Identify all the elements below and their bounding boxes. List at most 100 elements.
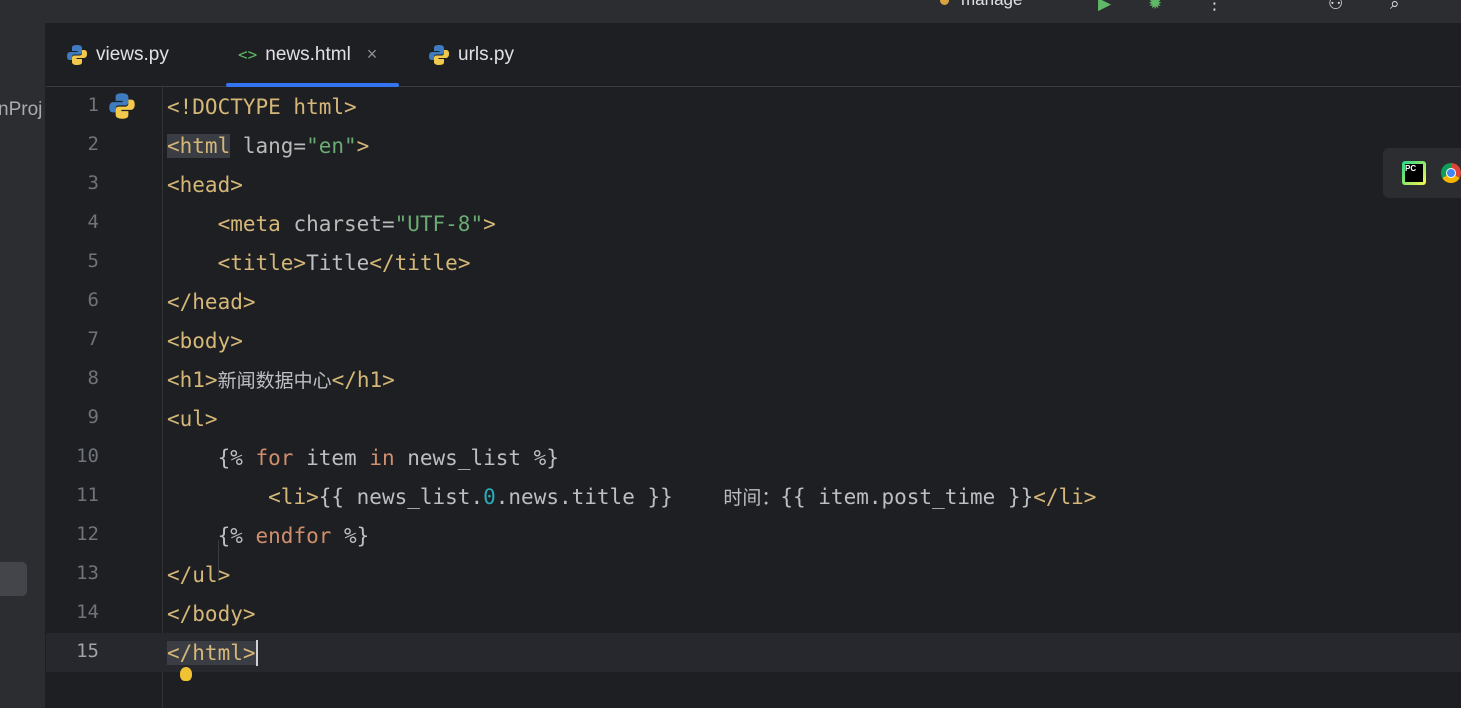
add-user-icon[interactable]: ⚇ xyxy=(1328,0,1343,14)
lightbulb-icon[interactable] xyxy=(180,667,192,681)
line-number: 11 xyxy=(76,484,99,506)
code-token: </title> xyxy=(369,251,471,275)
code-token: > xyxy=(356,134,370,158)
code-text: <html lang="en"> xyxy=(167,133,369,159)
line-number: 12 xyxy=(76,523,99,545)
code-line[interactable]: 9 <ul> xyxy=(46,399,1461,438)
code-line[interactable]: 7 <body> xyxy=(46,321,1461,360)
code-token: <meta xyxy=(217,212,281,236)
code-line[interactable]: 4 <meta charset="UTF-8"> xyxy=(46,204,1461,243)
text-caret xyxy=(255,640,258,666)
code-token: </html> xyxy=(167,641,256,665)
code-token: item xyxy=(293,446,370,470)
code-text: <meta charset="UTF-8"> xyxy=(167,211,496,237)
code-token: <!DOCTYPE html> xyxy=(167,95,357,119)
tab-views-py[interactable]: views.py xyxy=(66,23,169,86)
code-line[interactable]: 10 {% for item in news_list %} xyxy=(46,438,1461,477)
code-token: Title xyxy=(306,251,370,275)
tab-label: news.html xyxy=(265,43,351,65)
code-token: <html xyxy=(167,134,231,158)
tab-urls-py[interactable]: urls.py xyxy=(428,23,514,86)
code-text: <ul> xyxy=(167,406,218,432)
code-text: <head> xyxy=(167,172,243,198)
debug-icon[interactable]: ✹ xyxy=(1148,0,1162,14)
line-number: 8 xyxy=(87,367,99,389)
code-token: charset= xyxy=(280,212,395,236)
search-icon[interactable]: ⌕ xyxy=(1390,0,1400,14)
code-token: <li> xyxy=(268,485,319,509)
line-number: 14 xyxy=(76,601,99,623)
tab-news-html[interactable]: <> news.html × xyxy=(225,23,400,87)
line-number: 10 xyxy=(76,445,99,467)
code-text: <h1>新闻数据中心</h1> xyxy=(167,367,395,394)
code-token: {{ item.post_time }} xyxy=(780,485,1034,509)
code-line[interactable]: 13 </ul> xyxy=(46,555,1461,594)
run-config-selector[interactable]: manage xyxy=(940,0,1022,10)
indent-guide xyxy=(218,540,219,577)
code-token: <h1> xyxy=(167,368,218,392)
code-line[interactable]: 3 <head> xyxy=(46,165,1461,204)
run-icon[interactable]: ▶ xyxy=(1098,0,1111,14)
line-number: 7 xyxy=(87,328,99,350)
project-tree-selection[interactable] xyxy=(0,562,27,596)
code-token: "en" xyxy=(306,134,357,158)
line-number: 6 xyxy=(87,289,99,311)
run-config-icon xyxy=(940,0,949,6)
line-number: 13 xyxy=(76,562,99,584)
code-token: 0 xyxy=(483,485,496,509)
line-number: 3 xyxy=(87,172,99,194)
code-token: in xyxy=(369,446,395,470)
code-text: </html> xyxy=(167,640,258,666)
code-line[interactable]: 14 </body> xyxy=(46,594,1461,633)
code-token: endfor xyxy=(255,524,332,548)
line-number: 2 xyxy=(87,133,99,155)
code-token: lang= xyxy=(230,134,307,158)
more-icon[interactable]: ⋮ xyxy=(1206,0,1223,14)
code-line[interactable]: 2 <html lang="en"> xyxy=(46,126,1461,165)
python-file-icon xyxy=(428,44,450,66)
code-line[interactable]: 6 </head> xyxy=(46,282,1461,321)
code-token: "UTF-8" xyxy=(394,212,484,236)
code-line[interactable]: 11 <li>{{ news_list.0.news.title }} 时间：{… xyxy=(46,477,1461,516)
browser-preview-toolbar: PC xyxy=(1383,148,1461,198)
python-file-icon xyxy=(66,44,88,66)
line-number: 5 xyxy=(87,250,99,272)
code-line[interactable]: 12 {% endfor %} xyxy=(46,516,1461,555)
project-name[interactable]: nProj xyxy=(0,99,42,121)
code-text: </body> xyxy=(167,601,256,627)
code-token: {% xyxy=(167,446,256,470)
line-number: 1 xyxy=(87,94,99,116)
python-file-icon xyxy=(108,92,136,124)
title-bar: manage ▶ ✹ ⋮ ⚇ ⌕ xyxy=(0,0,1461,23)
code-token: %} xyxy=(331,524,370,548)
close-icon[interactable]: × xyxy=(367,44,378,65)
code-text: </ul> xyxy=(167,562,230,588)
tab-label: urls.py xyxy=(458,43,514,65)
tab-label: views.py xyxy=(96,43,169,65)
pycharm-icon[interactable]: PC xyxy=(1402,161,1426,185)
line-number: 9 xyxy=(87,406,99,428)
code-line-current[interactable]: 15 </html> xyxy=(46,633,1461,672)
code-line[interactable]: 8 <h1>新闻数据中心</h1> xyxy=(46,360,1461,399)
code-text: </head> xyxy=(167,289,256,315)
code-token: {{ news_list. xyxy=(318,485,484,509)
code-token: </body> xyxy=(167,602,256,626)
code-text: {% endfor %} xyxy=(167,523,370,549)
code-text: <title>Title</title> xyxy=(167,250,471,276)
code-token: <body> xyxy=(167,329,243,353)
code-line[interactable]: 5 <title>Title</title> xyxy=(46,243,1461,282)
project-panel: nProj xyxy=(0,23,45,708)
code-token: <head> xyxy=(167,173,243,197)
code-text: {% for item in news_list %} xyxy=(167,445,559,471)
code-line[interactable]: 1 <!DOCTYPE html> xyxy=(46,87,1461,126)
code-token: </ul> xyxy=(167,563,231,587)
editor-tabs: views.py <> news.html × urls.py xyxy=(46,23,1461,87)
line-number: 15 xyxy=(76,640,99,662)
code-token: 时间： xyxy=(723,487,781,509)
chrome-icon[interactable] xyxy=(1441,163,1461,183)
run-config-label: manage xyxy=(961,0,1022,9)
code-token: for xyxy=(255,446,294,470)
html-file-icon: <> xyxy=(238,45,258,64)
